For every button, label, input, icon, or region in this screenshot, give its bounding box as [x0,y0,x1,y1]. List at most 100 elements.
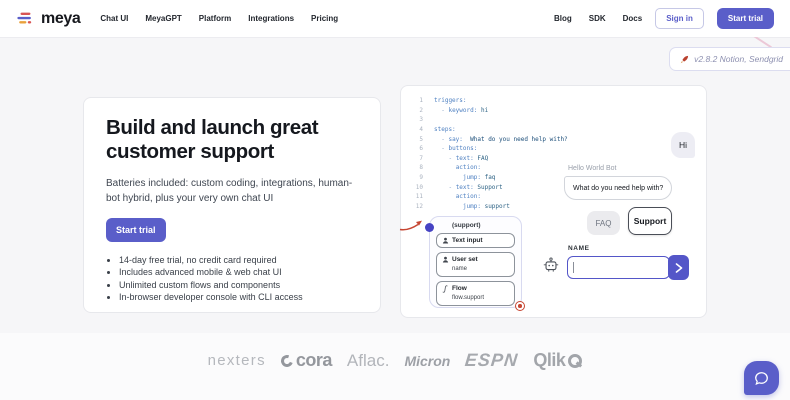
flow-entry-dot[interactable] [425,223,434,232]
flow-node-head: Flow [442,285,509,293]
code-token: support [481,203,510,210]
code-text: - keyword: hi [434,107,488,114]
nav-item-pricing[interactable]: Pricing [311,14,338,23]
code-token: - [434,184,456,191]
line-number: 6 [409,145,423,152]
code-line: 9 jump: faq [409,173,568,183]
feature-bullet: 14-day free trial, no credit card requir… [119,254,358,266]
code-token [434,193,456,200]
version-badge-text: v2.8.2 Notion, Sendgrid [694,54,783,64]
nav-item-meyagpt[interactable]: MeyaGPT [145,14,181,23]
code-token: jump: [463,203,481,210]
quick-reply-support-button[interactable]: Support [628,207,672,235]
flow-label: (support) [452,222,481,229]
logo-qlik-text: Qlik [533,350,565,371]
logo-qlik: Qlik [533,350,582,371]
component-icon [442,237,449,244]
code-token: faq [481,174,495,181]
nav-item-chat-ui[interactable]: Chat UI [100,14,128,23]
nav-link-blog[interactable]: Blog [554,14,572,23]
flow-node-head: Text input [442,237,509,244]
flow-node-subtitle: flow.support [452,295,509,301]
code-token: steps: [434,126,456,133]
logo-cora-text: cora [296,350,332,371]
name-input[interactable] [567,256,670,279]
meya-logo[interactable]: meya [16,10,80,28]
code-token: - [434,145,448,152]
feature-bullet-list: 14-day free trial, no credit card requir… [106,254,358,303]
flow-node-title: Flow [452,285,467,292]
code-token: triggers: [434,97,467,104]
line-number: 1 [409,97,423,104]
entry-arrow-icon [399,216,425,232]
nav-item-platform[interactable]: Platform [199,14,231,23]
code-text: triggers: [434,97,467,104]
nav-links-right: Blog SDK Docs [554,14,642,23]
chat-input-label: NAME [568,245,590,252]
text-caret [573,262,574,273]
code-token: action: [456,164,481,171]
code-line: 8 action: [409,163,568,173]
line-number: 3 [409,116,423,123]
feature-bullet: Unlimited custom flows and components [119,279,358,291]
flow-node-text-input[interactable]: Text input [436,233,515,248]
product-demo-card: 1 triggers: 2 - keyword: hi3 4 steps:5 - say… [400,85,707,318]
cora-logo-icon [279,353,295,369]
code-line: 12 jump: support [409,202,568,212]
version-badge: v2.8.2 Notion, Sendgrid [669,47,790,71]
code-token: hi [477,107,488,114]
code-editor[interactable]: 1 triggers: 2 - keyword: hi3 4 steps:5 - say… [409,96,568,211]
qlik-logo-icon [568,354,582,368]
code-token: action: [456,193,481,200]
code-token: FAQ [474,155,488,162]
sign-in-button[interactable]: Sign in [655,8,704,29]
logo-micron: Micron [404,353,450,369]
quick-reply-faq-button[interactable]: FAQ [587,211,620,235]
flow-node-list: Text input User setname Flow flow.support [436,233,515,306]
code-token: keyword: [448,107,477,114]
line-number: 4 [409,126,423,133]
flow-node-title: Text input [452,237,483,244]
flow-diagram: (support) Text input User setname Flow flow… [429,216,522,308]
code-text: action: [434,193,481,200]
code-line: 5 - say: What do you need help with? [409,134,568,144]
flow-node-user-set[interactable]: User setname [436,252,515,277]
chat-bubble-icon [753,370,770,387]
line-number: 8 [409,164,423,171]
nav-links-left: Chat UI MeyaGPT Platform Integrations Pricin… [100,14,338,23]
code-line: 1 triggers: [409,96,568,106]
rocket-icon [680,55,689,64]
line-number: 9 [409,174,423,181]
code-token: text: [456,184,474,191]
component-icon [442,256,449,263]
code-token: What do you need help with? [463,136,568,143]
code-token: - [434,107,448,114]
nav-link-docs[interactable]: Docs [623,14,643,23]
hero-subtitle: Batteries included: custom coding, integ… [106,176,358,206]
code-line: 2 - keyword: hi [409,106,568,116]
code-text: steps: [434,126,456,133]
start-trial-button-header[interactable]: Start trial [717,8,774,29]
meya-logo-icon [16,11,35,26]
code-token: buttons: [448,145,477,152]
code-text: - say: What do you need help with? [434,136,568,143]
nav-link-sdk[interactable]: SDK [589,14,606,23]
flow-exit-marker[interactable] [515,301,525,311]
code-token: say: [448,136,462,143]
nav-item-integrations[interactable]: Integrations [248,14,294,23]
flow-node-flow[interactable]: Flow flow.support [436,281,515,307]
customer-logos: nexters cora Aflac. Micron ESPN Qlik [0,333,790,388]
chat-launcher-button[interactable] [744,361,779,395]
logo-cora: cora [281,350,332,371]
flow-node-head: User set [442,256,509,263]
code-line: 3 [409,115,568,125]
chevron-right-icon [675,263,683,273]
code-token: text: [456,155,474,162]
line-number: 12 [409,203,423,210]
brand-name: meya [41,10,80,28]
send-button[interactable] [668,255,689,280]
feature-bullet: In-browser developer console with CLI ac… [119,291,358,303]
code-line: 11 action: [409,192,568,202]
code-text: action: [434,164,481,171]
start-trial-button-hero[interactable]: Start trial [106,218,166,242]
